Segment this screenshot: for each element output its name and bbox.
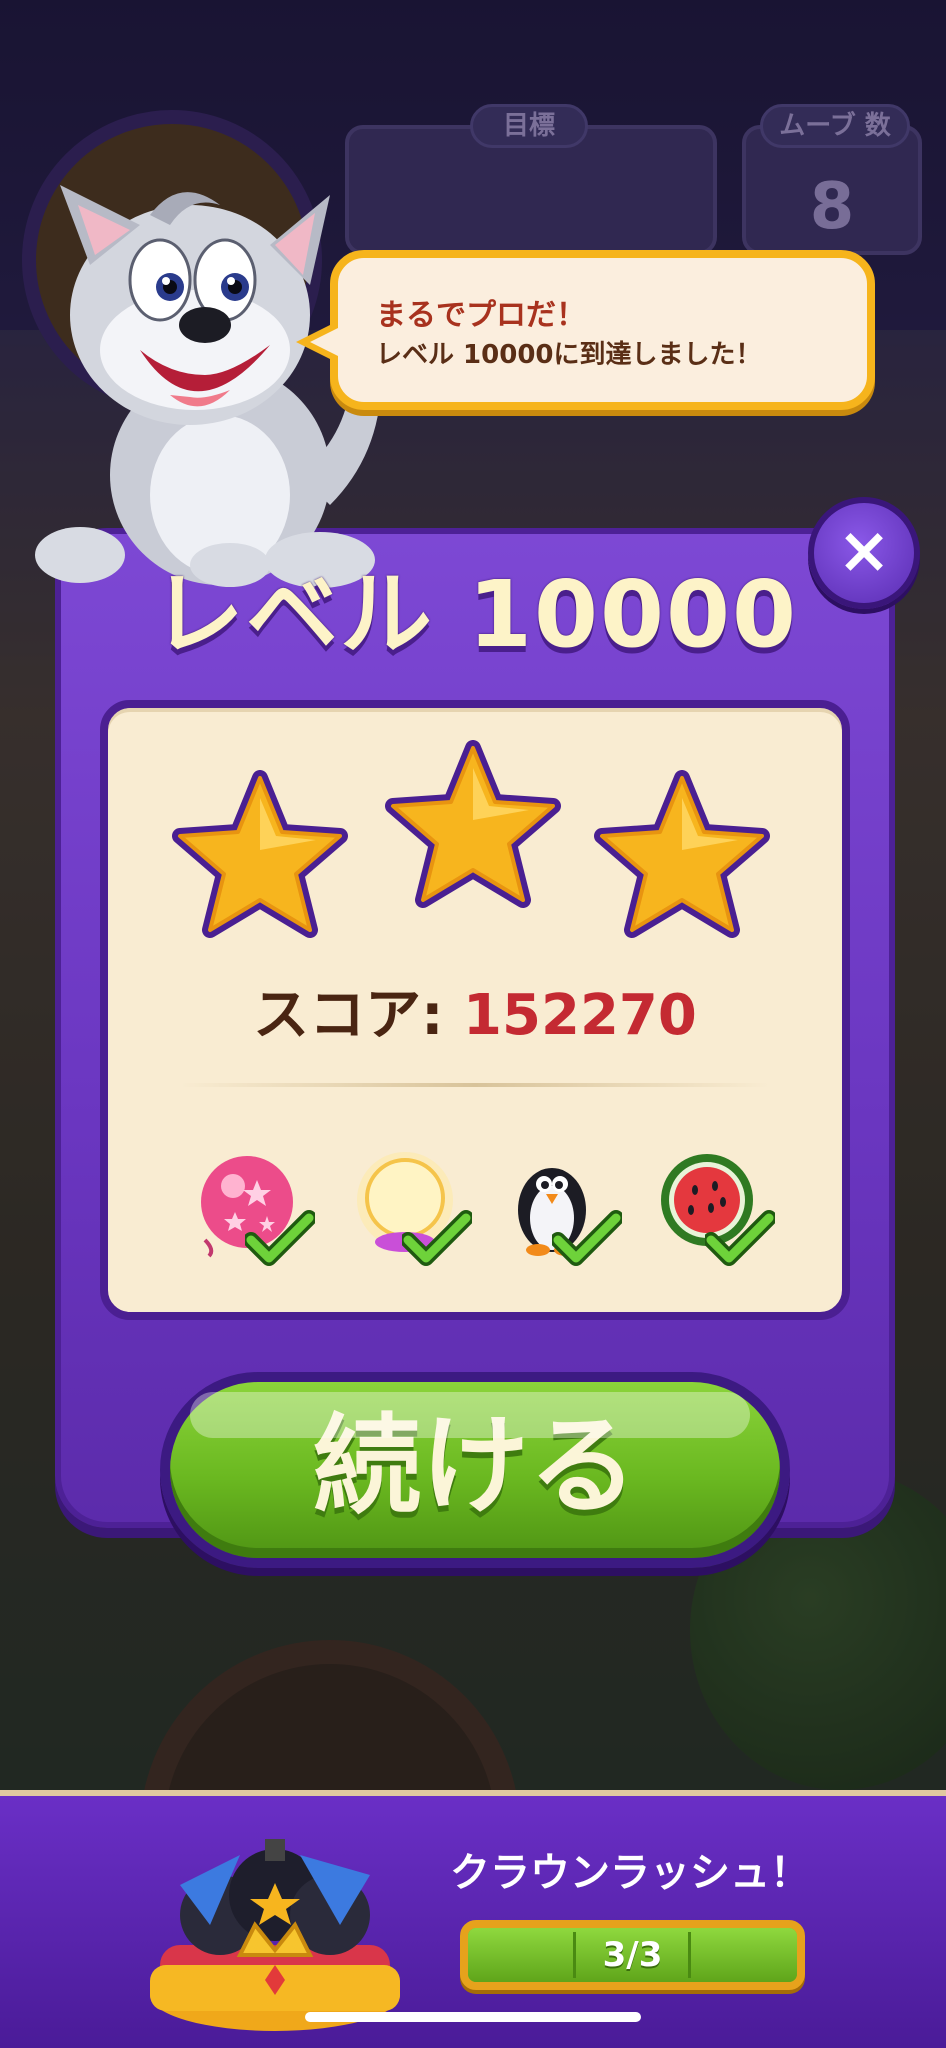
close-button[interactable]: × [808,497,920,609]
button-shine [190,1392,750,1438]
speech-bubble-tail-inner [310,328,338,356]
crown-rush-progress-bar: 3/3 [460,1920,805,1990]
level-title: レベル 10000 [151,561,799,668]
check-icon [552,1210,622,1266]
check-icon [402,1210,472,1266]
home-indicator[interactable] [305,2012,641,2022]
crown-rush-treasure-icon[interactable] [140,1815,410,2035]
crown-rush-progress-text: 3/3 [602,1935,663,1975]
star-2-icon [385,740,561,908]
star-3-icon [594,770,770,938]
check-icon [245,1210,315,1266]
score-value: 152270 [463,983,697,1048]
divider [180,1083,770,1087]
score-display: スコア: 152270 [100,970,850,1051]
speech-line-level-reached: レベル 10000に到達しました！ [376,340,762,370]
crown-rush-title: クラウンラッシュ！ [450,1850,810,1896]
speech-line-praise: まるでプロだ！ [376,298,586,333]
star-1-icon [172,770,348,938]
check-icon [705,1210,775,1266]
score-label: スコア: [253,983,464,1048]
